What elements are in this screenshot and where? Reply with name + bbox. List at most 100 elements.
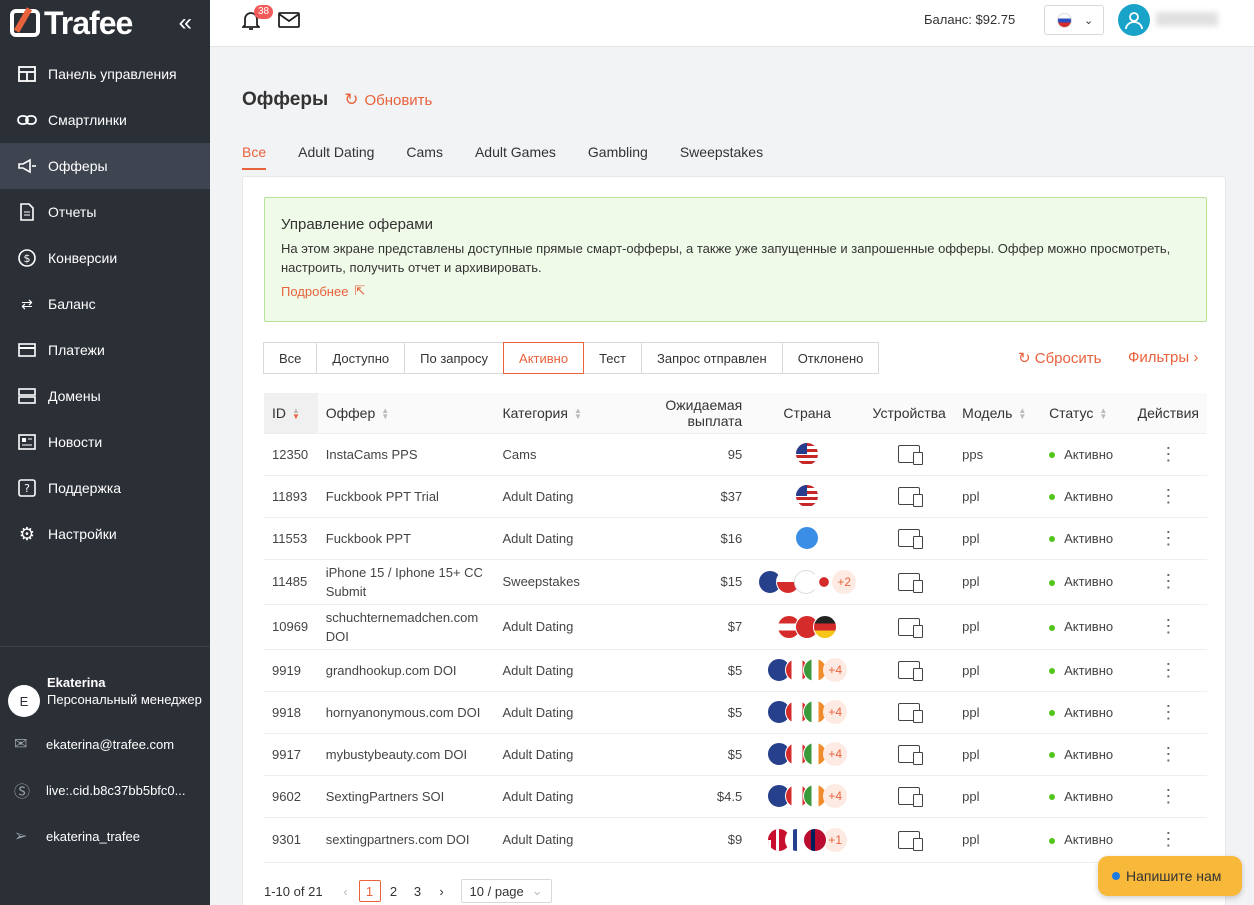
- info-text: На этом экране представлены доступные пр…: [281, 241, 1171, 275]
- cell-status: Активно: [1041, 649, 1130, 692]
- more-vertical-icon[interactable]: ⋮: [1129, 475, 1207, 518]
- more-link[interactable]: Подробнее ⇱: [281, 283, 365, 299]
- sidebar-item-reports[interactable]: Отчеты: [0, 189, 210, 235]
- cell-status: Активно: [1041, 691, 1130, 734]
- sidebar-item-balance[interactable]: ⇄ Баланс: [0, 281, 210, 327]
- more-vertical-icon[interactable]: ⋮: [1129, 559, 1207, 605]
- page-1[interactable]: 1: [358, 880, 381, 902]
- page-size-select[interactable]: 10 / page ⌄: [460, 879, 552, 903]
- table-row[interactable]: 9917 mybustybeauty.com DOI Adult Dating $5 +…: [264, 733, 1207, 776]
- more-vertical-icon[interactable]: ⋮: [1129, 733, 1207, 776]
- refresh-button[interactable]: ↻ Обновить: [344, 90, 432, 110]
- table-row[interactable]: 9602 SextingPartners SOI Adult Dating $4.5 +…: [264, 775, 1207, 818]
- tab-adult-dating[interactable]: Adult Dating: [298, 144, 374, 170]
- table-row[interactable]: 11485 iPhone 15 / Iphone 15+ CC Submit Swe…: [264, 559, 1207, 605]
- cell-offer[interactable]: hornyanonymous.com DOI: [317, 691, 495, 734]
- col-id[interactable]: ID ▲ ▼: [264, 393, 318, 434]
- sidebar-item-smartlinks[interactable]: Смартлинки: [0, 97, 210, 143]
- table-row[interactable]: 12350 InstaCams PPS Cams 95 pps Активно ⋮: [264, 433, 1207, 476]
- mail-icon[interactable]: [278, 12, 300, 31]
- filter-available[interactable]: Доступно: [316, 342, 406, 374]
- filter-request-sent[interactable]: Запрос отправлен: [640, 342, 783, 374]
- more-countries-badge[interactable]: +2: [832, 569, 857, 594]
- skype-icon: Ⓢ: [14, 784, 31, 801]
- next-page-icon[interactable]: ›: [431, 880, 453, 902]
- user-avatar[interactable]: [1118, 4, 1150, 36]
- cell-offer[interactable]: grandhookup.com DOI: [317, 649, 495, 692]
- cell-offer[interactable]: schuchternemadchen.com DOI: [317, 604, 495, 650]
- sidebar-item-domains[interactable]: Домены: [0, 373, 210, 419]
- more-countries-badge[interactable]: +4: [823, 784, 848, 808]
- sidebar-item-payments[interactable]: Платежи: [0, 327, 210, 373]
- table-row[interactable]: 9918 hornyanonymous.com DOI Adult Dating $5…: [264, 691, 1207, 734]
- language-select[interactable]: ⌄: [1044, 5, 1104, 35]
- table-row[interactable]: 11893 Fuckbook PPT Trial Adult Dating $37 pp…: [264, 475, 1207, 518]
- sidebar-item-support[interactable]: ? Поддержка: [0, 465, 210, 511]
- more-countries-badge[interactable]: +4: [823, 700, 848, 724]
- tab-gambling[interactable]: Gambling: [588, 144, 648, 170]
- cell-offer[interactable]: mybustybeauty.com DOI: [317, 733, 495, 776]
- page-3[interactable]: 3: [407, 880, 429, 902]
- cell-model: ppl: [954, 517, 1042, 560]
- filters-label: Фильтры: [1128, 349, 1190, 366]
- flag-us-icon: [795, 484, 820, 508]
- filter-test[interactable]: Тест: [583, 342, 642, 374]
- cell-offer[interactable]: Fuckbook PPT Trial: [317, 475, 495, 518]
- tab-sweepstakes[interactable]: Sweepstakes: [680, 144, 763, 170]
- col-offer[interactable]: Оффер ▲ ▼: [317, 393, 495, 434]
- sidebar-item-offers[interactable]: Офферы: [0, 143, 210, 189]
- logo[interactable]: Trafee «: [0, 0, 210, 46]
- manager-name: Ekaterina: [47, 675, 106, 690]
- filter-active[interactable]: Активно: [503, 342, 585, 374]
- cell-offer[interactable]: sextingpartners.com DOI: [317, 817, 495, 863]
- cell-category: Adult Dating: [494, 604, 599, 650]
- cell-category: Adult Dating: [494, 691, 599, 734]
- more-vertical-icon[interactable]: ⋮: [1129, 604, 1207, 650]
- filters-button[interactable]: Фильтры ›: [1128, 349, 1198, 366]
- sort-icon: ▲ ▼: [1018, 406, 1027, 422]
- more-countries-badge[interactable]: +4: [823, 658, 848, 682]
- col-category[interactable]: Категория ▲ ▼: [494, 393, 599, 434]
- more-vertical-icon[interactable]: ⋮: [1129, 775, 1207, 818]
- status-dot: [1049, 624, 1056, 631]
- more-countries-badge[interactable]: +4: [823, 742, 848, 766]
- manager-telegram-text: ekaterina_trafee: [46, 828, 140, 844]
- filter-all[interactable]: Все: [263, 342, 318, 374]
- page-title: Офферы: [242, 89, 329, 110]
- more-vertical-icon[interactable]: ⋮: [1129, 433, 1207, 476]
- double-chevron-left-icon[interactable]: «: [179, 9, 192, 37]
- status-label: Активно: [1064, 530, 1114, 546]
- table-row[interactable]: 9919 grandhookup.com DOI Adult Dating $5 +4 p…: [264, 649, 1207, 692]
- chat-button[interactable]: Напишите нам: [1098, 856, 1242, 896]
- more-vertical-icon[interactable]: ⋮: [1129, 649, 1207, 692]
- page-2[interactable]: 2: [383, 880, 405, 902]
- col-status[interactable]: Статус ▲ ▼: [1041, 393, 1130, 434]
- col-label: Страна: [783, 404, 832, 421]
- prev-page-icon[interactable]: ‹: [335, 880, 357, 902]
- reset-button[interactable]: ↻ Сбросить: [1018, 349, 1101, 367]
- filter-rejected[interactable]: Отклонено: [781, 342, 880, 374]
- more-vertical-icon[interactable]: ⋮: [1129, 517, 1207, 560]
- table-row[interactable]: 10969 schuchternemadchen.com DOI Adult Dat…: [264, 604, 1207, 650]
- category-tabs: Все Adult Dating Cams Adult Games Gambli…: [242, 144, 1226, 170]
- more-vertical-icon[interactable]: ⋮: [1129, 691, 1207, 734]
- cell-offer[interactable]: Fuckbook PPT: [317, 517, 495, 560]
- table-row[interactable]: 9301 sextingpartners.com DOI Adult Dating $…: [264, 817, 1207, 863]
- manager-skype[interactable]: Ⓢlive:.cid.b8c37bb5bfc0...: [0, 767, 210, 813]
- sidebar-item-news[interactable]: Новости: [0, 419, 210, 465]
- sidebar-item-conversions[interactable]: $ Конверсии: [0, 235, 210, 281]
- sidebar-item-dashboard[interactable]: Панель управления: [0, 51, 210, 97]
- tab-all[interactable]: Все: [242, 144, 267, 170]
- username-blurred[interactable]: [1156, 12, 1218, 26]
- tab-cams[interactable]: Cams: [406, 144, 443, 170]
- cell-offer[interactable]: iPhone 15 / Iphone 15+ CC Submit: [317, 559, 495, 605]
- manager-email[interactable]: ✉ ekaterina@trafee.com: [0, 721, 210, 767]
- tab-adult-games[interactable]: Adult Games: [475, 144, 556, 170]
- manager-telegram[interactable]: ➢ ekaterina_trafee: [0, 813, 210, 859]
- cell-offer[interactable]: SextingPartners SOI: [317, 775, 495, 818]
- col-model[interactable]: Модель ▲ ▼: [954, 393, 1042, 434]
- sidebar-item-settings[interactable]: ⚙ Настройки: [0, 511, 210, 557]
- table-row[interactable]: 11553 Fuckbook PPT Adult Dating $16 ppl Актив…: [264, 517, 1207, 560]
- cell-offer[interactable]: InstaCams PPS: [317, 433, 495, 476]
- filter-on-request[interactable]: По запросу: [404, 342, 505, 374]
